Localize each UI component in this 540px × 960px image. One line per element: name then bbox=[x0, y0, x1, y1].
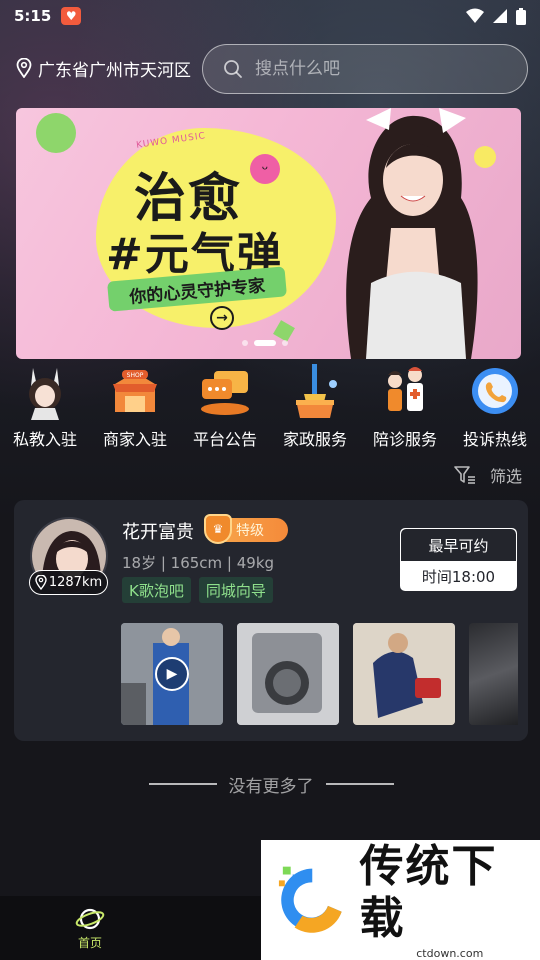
video-thumbnail[interactable]: ▶ bbox=[121, 623, 223, 725]
wifi-icon bbox=[466, 8, 484, 23]
rabbit-girl-icon bbox=[15, 364, 75, 420]
decor-shape bbox=[36, 113, 76, 153]
app-notification-icon: ♥ bbox=[61, 7, 82, 25]
shop-icon: SHOP bbox=[105, 364, 165, 420]
filter-label: 筛选 bbox=[490, 467, 523, 486]
tag: K歌泡吧 bbox=[122, 577, 191, 603]
smiley-icon: ᵕ bbox=[250, 154, 280, 184]
repair-photo bbox=[353, 623, 455, 725]
list-end-text: 没有更多了 bbox=[228, 776, 314, 797]
filter-icon bbox=[454, 466, 475, 484]
status-indicators bbox=[466, 7, 526, 25]
category-label: 私教入驻 bbox=[12, 430, 77, 449]
category-label: 平台公告 bbox=[192, 430, 257, 449]
decor-shape bbox=[273, 320, 295, 342]
divider bbox=[148, 783, 217, 785]
status-time: 5:15 bbox=[14, 7, 52, 25]
watermark: 传统下载 ctdown.com bbox=[261, 840, 540, 960]
watermark-title: 传统下载 bbox=[359, 840, 498, 944]
level-badge: ♛ 特级 bbox=[204, 514, 288, 544]
photo-thumbnail[interactable] bbox=[469, 623, 518, 725]
arrow-right-icon[interactable]: → bbox=[210, 306, 234, 330]
tag: 同城向导 bbox=[198, 577, 273, 603]
photo-strip[interactable]: ▶ bbox=[121, 623, 518, 725]
profile-card[interactable]: 1287km 花开富贵 ♛ 特级 18岁 | 165cm | 49kg K歌泡吧… bbox=[14, 500, 528, 741]
category-announcement[interactable]: 平台公告 bbox=[180, 364, 270, 454]
availability-time: 时间18:00 bbox=[421, 568, 496, 586]
location-pin-icon bbox=[35, 575, 47, 590]
crown-icon: ♛ bbox=[204, 514, 232, 544]
decor-flower bbox=[474, 146, 496, 168]
location-text: 广东省广州市天河区 bbox=[38, 60, 191, 81]
search-icon bbox=[224, 60, 242, 78]
search-input[interactable] bbox=[255, 59, 495, 79]
cleaning-icon bbox=[285, 364, 345, 420]
watermark-url: ctdown.com bbox=[416, 946, 484, 960]
tag-list: K歌泡吧 同城向导 bbox=[122, 577, 273, 603]
watermark-text: 传统下载 ctdown.com bbox=[360, 841, 540, 960]
category-private-coach[interactable]: 私教入驻 bbox=[0, 364, 90, 454]
status-bar: 5:15 ♥ bbox=[0, 0, 540, 32]
list-end-indicator: 没有更多了 bbox=[146, 772, 396, 797]
carousel-indicator bbox=[242, 340, 288, 346]
planet-icon bbox=[75, 908, 105, 929]
category-label: 家政服务 bbox=[282, 430, 347, 449]
battery-icon bbox=[516, 7, 526, 25]
category-label: 投诉热线 bbox=[462, 430, 527, 449]
location-pin-icon bbox=[16, 58, 32, 78]
distance-text: 1287km bbox=[48, 575, 103, 590]
play-icon[interactable]: ▶ bbox=[155, 657, 189, 691]
washer-photo bbox=[237, 623, 339, 725]
category-grid: 私教入驻 SHOP 商家入驻 平台公告 家政服务 陪诊服务 投诉热线 bbox=[0, 364, 540, 454]
nav-home-label: 首页 bbox=[77, 935, 102, 950]
category-complaint-hotline[interactable]: 投诉热线 bbox=[450, 364, 540, 454]
profile-stats: 18岁 | 165cm | 49kg bbox=[122, 554, 275, 572]
divider bbox=[325, 783, 394, 785]
profile-name: 花开富贵 bbox=[122, 522, 194, 543]
availability-title: 最早可约 bbox=[401, 529, 516, 561]
announcement-icon bbox=[195, 364, 255, 420]
filter-button[interactable]: 筛选 bbox=[454, 462, 528, 488]
photo-thumbnail[interactable] bbox=[353, 623, 455, 725]
category-label: 陪诊服务 bbox=[372, 430, 437, 449]
watermark-logo-icon bbox=[278, 866, 342, 933]
nav-home-tab[interactable]: 首页 bbox=[0, 906, 180, 951]
category-housekeeping[interactable]: 家政服务 bbox=[270, 364, 360, 454]
banner-model-image bbox=[346, 108, 478, 359]
distance-badge: 1287km bbox=[29, 570, 108, 595]
promo-banner[interactable]: KUWO MUSIC 治愈 ᵕ #元气弹 你的心灵守护专家 → bbox=[16, 108, 521, 359]
category-label: 商家入驻 bbox=[102, 430, 167, 449]
availability-box[interactable]: 最早可约 时间18:00 bbox=[400, 528, 517, 591]
hotline-icon bbox=[465, 364, 525, 420]
level-badge-label: 特级 bbox=[236, 523, 264, 539]
medical-escort-icon bbox=[375, 364, 435, 420]
location-selector[interactable]: 广东省广州市天河区 bbox=[16, 54, 201, 82]
search-bar[interactable] bbox=[202, 44, 528, 94]
category-medical-escort[interactable]: 陪诊服务 bbox=[360, 364, 450, 454]
svg-text:SHOP: SHOP bbox=[127, 372, 144, 379]
category-merchant[interactable]: SHOP 商家入驻 bbox=[90, 364, 180, 454]
signal-icon bbox=[493, 9, 507, 23]
carousel-dot-active[interactable] bbox=[254, 340, 276, 346]
carousel-dot[interactable] bbox=[282, 340, 288, 346]
photo-thumbnail[interactable] bbox=[237, 623, 339, 725]
carousel-dot[interactable] bbox=[242, 340, 248, 346]
